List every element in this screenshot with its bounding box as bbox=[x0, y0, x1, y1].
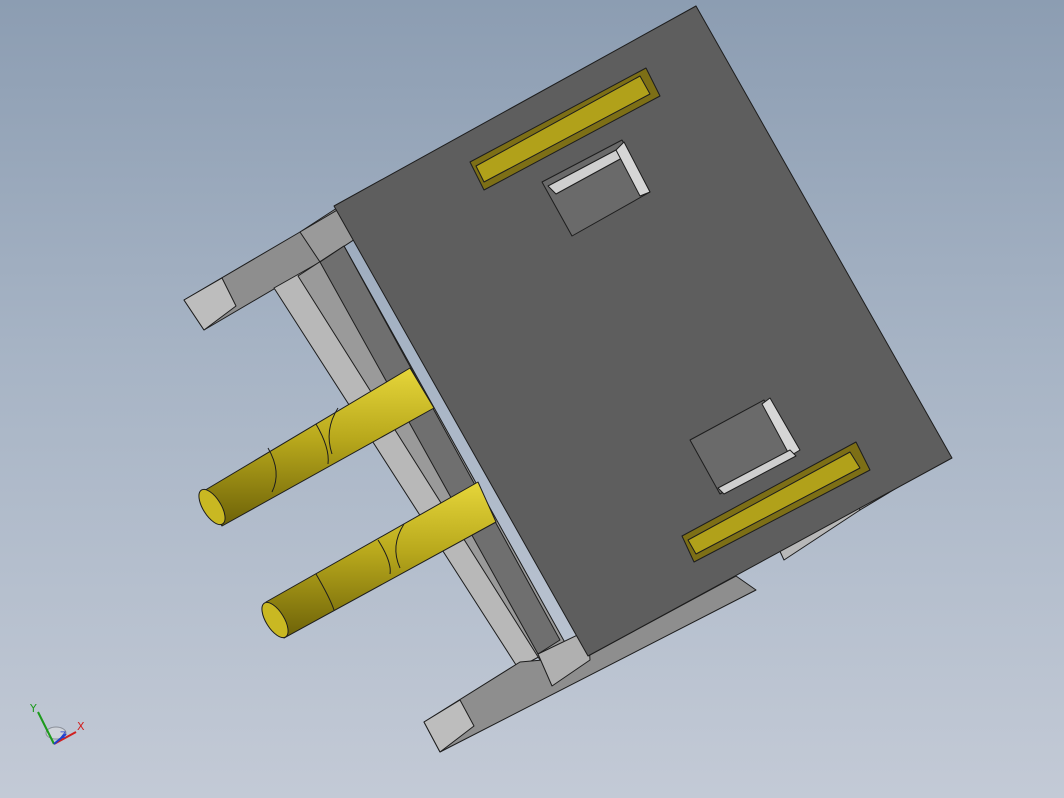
3d-model-view[interactable]: X Y Z bbox=[0, 0, 1064, 798]
triad-z-label: Z bbox=[60, 731, 66, 741]
reference-triad[interactable]: X Y Z bbox=[29, 702, 85, 745]
connector-model bbox=[183, 5, 953, 753]
graphics-viewport[interactable]: X Y Z bbox=[0, 0, 1064, 798]
triad-y-label: Y bbox=[29, 702, 37, 715]
triad-x-label: X bbox=[77, 720, 85, 733]
